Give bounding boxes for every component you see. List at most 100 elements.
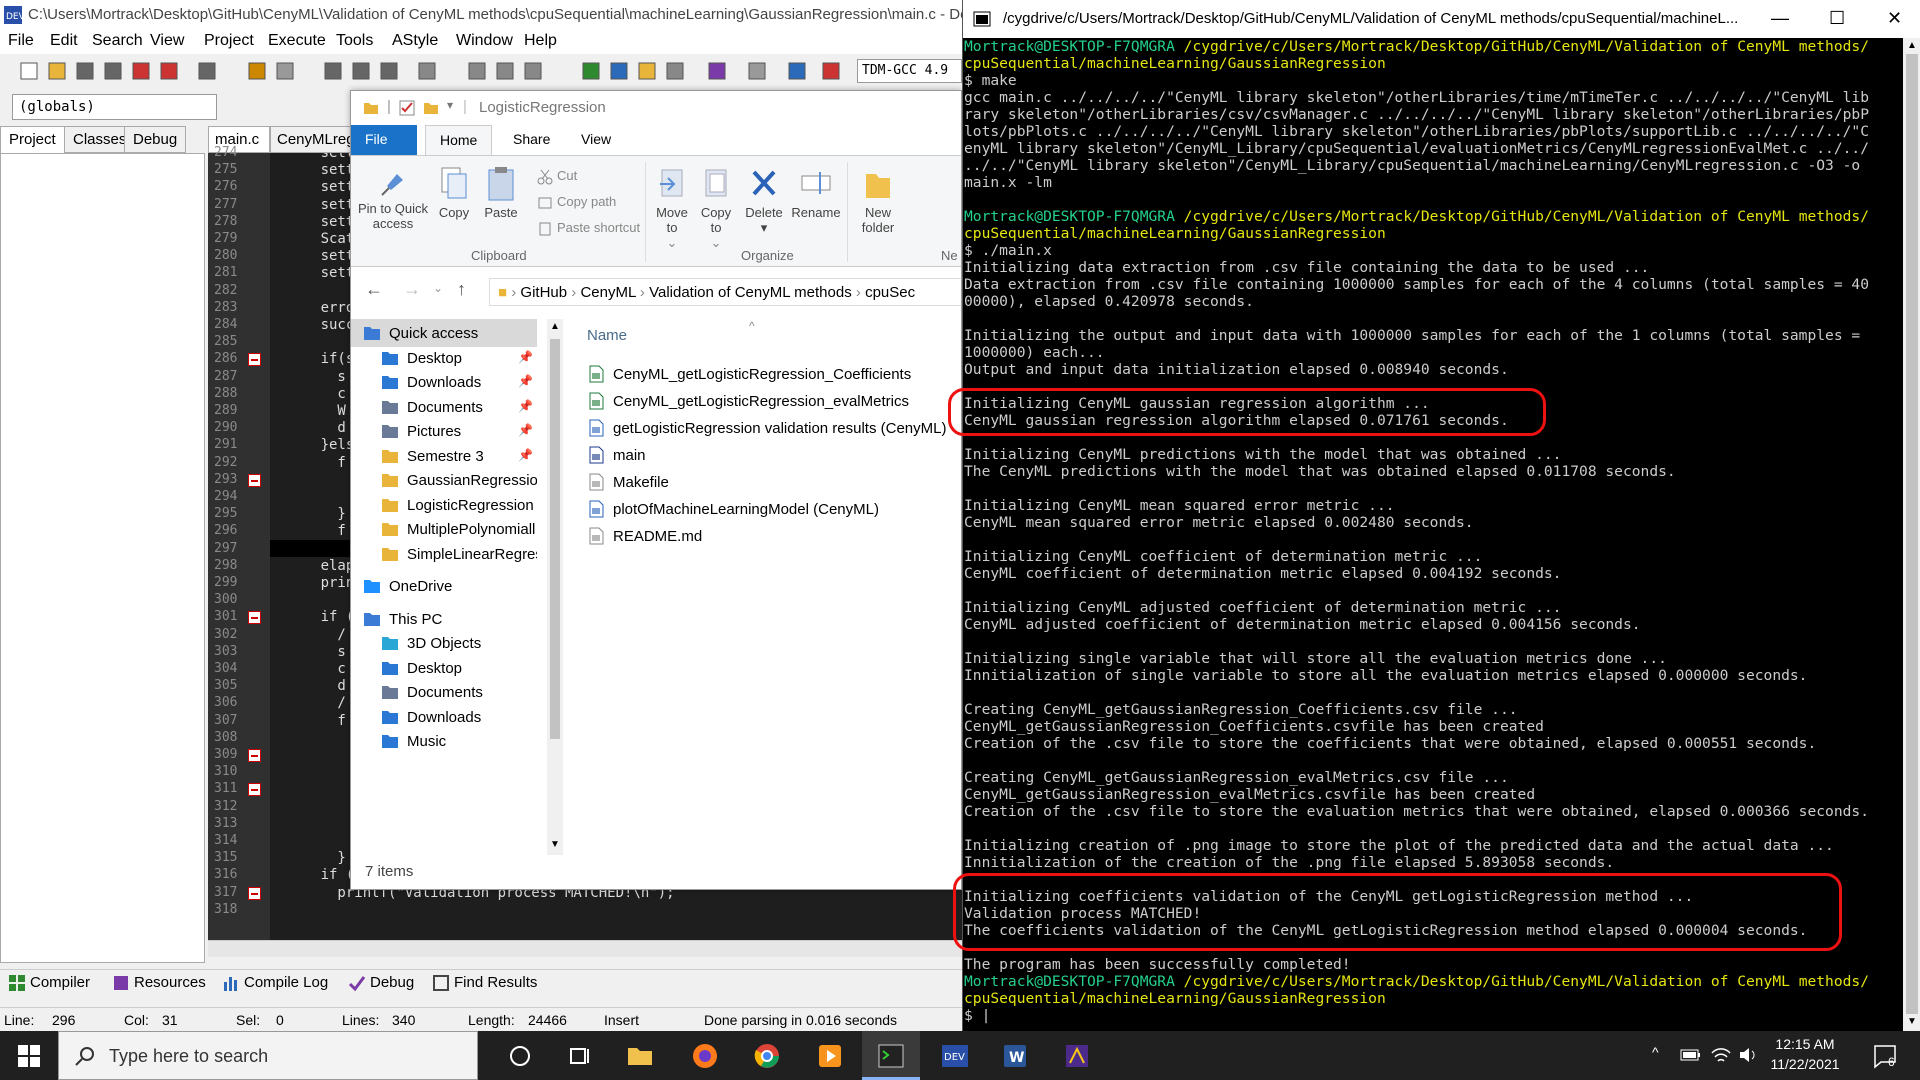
nav-item-pictures[interactable]: Pictures 📌 — [351, 417, 537, 445]
tab-debug[interactable]: Debug — [124, 126, 187, 153]
new-file-icon[interactable] — [18, 60, 40, 82]
task-view-icon[interactable] — [565, 1041, 595, 1071]
app-icon[interactable] — [1062, 1041, 1092, 1071]
close-file-icon[interactable] — [130, 60, 152, 82]
nav-item-documents[interactable]: Documents — [351, 678, 537, 706]
devcpp-taskbar-icon[interactable]: DEV — [940, 1041, 970, 1071]
ribbon-tab-home[interactable]: Home — [425, 125, 493, 155]
copy-to-button[interactable]: Copy to ⌄ — [695, 166, 737, 250]
save-all-icon[interactable] — [102, 60, 124, 82]
notifications-icon[interactable] — [1872, 1043, 1900, 1069]
menu-astyle[interactable]: AStyle — [392, 32, 438, 50]
firefox-icon[interactable] — [690, 1041, 720, 1071]
forward-arrow-icon[interactable]: → — [403, 279, 421, 300]
chrome-icon[interactable] — [752, 1041, 782, 1071]
crumb-validation[interactable]: Validation of CenyML methods — [649, 284, 852, 301]
tab-project[interactable]: Project — [0, 126, 65, 153]
recent-dropdown-icon[interactable]: ⌄ — [433, 281, 443, 295]
nav-item-3d-objects[interactable]: 3D Objects — [351, 629, 537, 657]
properties-check-icon[interactable] — [399, 100, 415, 116]
menu-project[interactable]: Project — [204, 32, 254, 50]
nav-item-onedrive[interactable]: OneDrive — [351, 572, 537, 600]
pin-quick-access-button[interactable]: Pin to Quick access — [357, 166, 429, 231]
terminal-taskbar-active[interactable] — [862, 1031, 920, 1080]
ribbon-tab-file[interactable]: File — [351, 125, 417, 155]
nav-item-music[interactable]: Music — [351, 727, 537, 755]
system-clock[interactable]: 12:15 AM 11/22/2021 — [1770, 1034, 1840, 1074]
save-icon[interactable] — [74, 60, 96, 82]
crumb-github[interactable]: GitHub — [520, 284, 567, 301]
copy-button[interactable]: Copy — [433, 166, 475, 220]
menu-window[interactable]: Window — [456, 32, 513, 50]
crumb-cenyml[interactable]: CenyML — [580, 284, 635, 301]
fold-toggle-icon[interactable] — [248, 886, 261, 900]
goto-icon[interactable] — [378, 60, 400, 82]
menu-view[interactable]: View — [150, 32, 184, 50]
rebuild-icon[interactable] — [664, 60, 686, 82]
up-arrow-icon[interactable]: ↑ — [457, 279, 466, 300]
breadcrumb[interactable]: ■ › GitHub › CenyML › Validation of Ceny… — [489, 278, 961, 306]
column-header-name[interactable]: Name — [587, 327, 627, 344]
nav-item-simplelinearregres[interactable]: SimpleLinearRegres — [351, 540, 537, 568]
nav-item-gaussianregression[interactable]: GaussianRegression — [351, 466, 537, 494]
compiler-select[interactable]: TDM-GCC 4.9 — [857, 59, 962, 83]
undo-icon[interactable] — [246, 60, 268, 82]
media-player-icon[interactable] — [815, 1041, 845, 1071]
search-file-icon[interactable] — [322, 60, 344, 82]
ribbon-tab-share[interactable]: Share — [499, 125, 564, 155]
rename-button[interactable]: Rename — [791, 166, 841, 220]
volume-icon[interactable] — [1738, 1045, 1760, 1065]
wifi-icon[interactable] — [1710, 1045, 1732, 1065]
compile-run-icon[interactable] — [636, 60, 658, 82]
fold-toggle-icon[interactable] — [248, 611, 261, 625]
new-folder-quick-icon[interactable] — [423, 100, 439, 116]
close-icon[interactable]: ✕ — [1887, 8, 1902, 29]
nav-pane-scrollbar[interactable]: ▲ ▼ — [547, 319, 563, 855]
paste-shortcut-button[interactable]: Paste shortcut — [537, 220, 640, 237]
terminal-title-bar[interactable]: /cygdrive/c/Users/Mortrack/Desktop/GitHu… — [963, 0, 1920, 38]
ribbon-tab-view[interactable]: View — [567, 125, 625, 155]
menu-help[interactable]: Help — [524, 32, 557, 50]
paste-button[interactable]: Paste — [479, 166, 523, 220]
tab-resources[interactable]: Resources — [112, 974, 206, 992]
file-explorer-taskbar-icon[interactable] — [625, 1041, 655, 1071]
debug-check-icon[interactable] — [706, 60, 728, 82]
explorer-title-bar[interactable]: | ▾ | LogisticRegression — [351, 91, 961, 125]
toggle-icon[interactable] — [522, 60, 544, 82]
profile-icon[interactable] — [820, 60, 842, 82]
devcpp-title-bar[interactable]: DEV C:\Users\Mortrack\Desktop\GitHub\Cen… — [0, 0, 962, 30]
nav-item-multiplepolynomiall[interactable]: MultiplePolynomiall — [351, 515, 537, 543]
nav-item-quick-access[interactable]: Quick access — [351, 319, 537, 347]
word-icon[interactable]: W — [1000, 1041, 1030, 1071]
copy-path-button[interactable]: Copy path — [537, 194, 616, 211]
chart-icon[interactable] — [786, 60, 808, 82]
run-program-icon[interactable] — [608, 60, 630, 82]
menu-file[interactable]: File — [8, 32, 34, 50]
close-all-icon[interactable] — [158, 60, 180, 82]
minimize-icon[interactable]: — — [1771, 8, 1789, 29]
taskbar-search[interactable]: Type here to search — [58, 1031, 478, 1080]
menu-tools[interactable]: Tools — [336, 32, 373, 50]
open-icon[interactable] — [46, 60, 68, 82]
tab-find-results[interactable]: Find Results — [432, 974, 537, 992]
chevron-up-icon[interactable]: ^ — [1652, 1044, 1659, 1060]
move-to-button[interactable]: Move to ⌄ — [651, 166, 693, 250]
fold-toggle-icon[interactable] — [248, 749, 261, 762]
maximize-icon[interactable]: ☐ — [1829, 8, 1845, 29]
run-icon[interactable] — [416, 60, 438, 82]
terminal-scrollbar[interactable]: ▲ ▼ — [1903, 38, 1920, 1031]
back-icon[interactable] — [466, 60, 488, 82]
stop-icon[interactable] — [746, 60, 768, 82]
cut-button[interactable]: Cut — [537, 168, 577, 185]
quick-access-dropdown-icon[interactable]: ▾ — [447, 98, 453, 112]
menu-execute[interactable]: Execute — [268, 32, 326, 50]
fold-toggle-icon[interactable] — [248, 783, 261, 797]
menu-search[interactable]: Search — [92, 32, 143, 50]
battery-icon[interactable] — [1680, 1045, 1702, 1065]
tab-debug-bottom[interactable]: Debug — [348, 974, 414, 992]
replace-icon[interactable] — [350, 60, 372, 82]
menu-edit[interactable]: Edit — [50, 32, 78, 50]
delete-button[interactable]: Delete ▾ — [741, 166, 787, 235]
fold-toggle-icon[interactable] — [248, 353, 261, 367]
globals-select[interactable]: (globals) — [12, 94, 217, 120]
